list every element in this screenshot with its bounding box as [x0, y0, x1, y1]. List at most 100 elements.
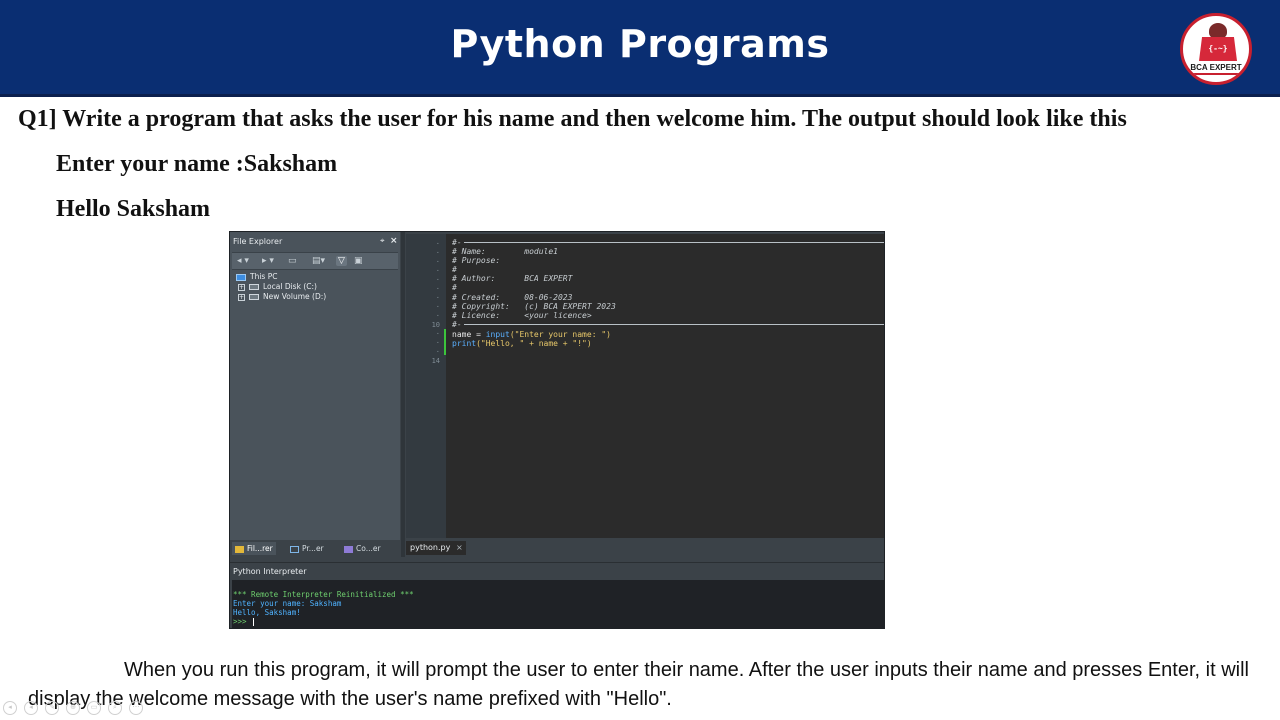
code-editor[interactable]: · · · · · · · · · 10 · · · 14 #- # Name:…: [406, 234, 884, 538]
line-number-gutter: · · · · · · · · · 10 · · · 14: [406, 234, 446, 538]
project-explorer-icon: [290, 545, 299, 553]
view-icon[interactable]: ▭: [87, 701, 101, 715]
expected-output-line-2: Hello Saksham: [56, 196, 211, 222]
code-comment-line: # Created: 08-06-2023: [452, 293, 573, 302]
tab-label: Pr...er: [302, 544, 324, 553]
tree-item-label: Local Disk (C:): [263, 282, 317, 291]
tab-project-explorer[interactable]: Pr...er: [290, 542, 324, 555]
bca-expert-logo: {-~} BCA EXPERT: [1180, 13, 1252, 85]
tree-item-label: New Volume (D:): [263, 292, 327, 301]
expected-output-line-1: Enter your name :Saksham: [56, 151, 338, 177]
folder-open-icon[interactable]: ▭: [288, 256, 297, 266]
fold-marker: ·: [435, 339, 440, 347]
code-token: ("Hello, " + name + "!"): [476, 339, 592, 348]
expand-icon[interactable]: +: [238, 293, 245, 301]
console-prompt[interactable]: >>>: [233, 617, 255, 626]
tab-label: Co...er: [356, 544, 381, 553]
previous-icon[interactable]: ◂: [3, 701, 17, 715]
code-comment-line: #-: [452, 320, 462, 329]
tab-file-explorer[interactable]: Fil...rer: [232, 542, 276, 555]
code-token: print: [452, 339, 477, 348]
close-icon[interactable]: ×: [390, 236, 398, 246]
search-icon[interactable]: ⌕: [108, 701, 122, 715]
fold-marker: ·: [435, 240, 440, 248]
forward-icon[interactable]: ▸ ▾: [262, 256, 274, 266]
code-comment-line: # Copyright: (c) BCA EXPERT 2023: [452, 302, 616, 311]
python-interpreter-console[interactable]: *** Remote Interpreter Reinitialized ***…: [232, 580, 884, 628]
comment-separator: [464, 324, 884, 325]
code-line-print: print("Hello, " + name + "!"): [452, 339, 592, 348]
fold-marker: ·: [435, 285, 440, 293]
zoom-icon[interactable]: ⊕: [66, 701, 80, 715]
code-token: input: [485, 330, 510, 339]
prompt-text: >>>: [233, 617, 252, 626]
code-line-input: name = input("Enter your name: "): [452, 330, 611, 339]
code-area[interactable]: #- # Name: module1 # Purpose: # # Author…: [446, 234, 884, 538]
slide-title: Python Programs: [450, 22, 830, 66]
drive-icon: [249, 284, 259, 290]
explanation-paragraph: When you run this program, it will promp…: [28, 659, 1249, 710]
tree-view-icon[interactable]: ▤▾: [312, 256, 325, 266]
tree-item-new-volume-d[interactable]: + New Volume (D:): [238, 292, 326, 302]
editor-tab-strip: python.py ×: [406, 539, 884, 557]
code-token: ("Enter your name: "): [509, 330, 611, 339]
code-token: name: [452, 330, 472, 339]
tab-python-py[interactable]: python.py ×: [406, 541, 466, 555]
line-number: 14: [431, 357, 440, 365]
expand-icon[interactable]: +: [238, 283, 245, 291]
tree-item-label: This PC: [250, 272, 278, 281]
slide-header: Python Programs {-~} BCA EXPERT: [0, 0, 1280, 97]
code-comment-line: # Author: BCA EXPERT: [452, 274, 573, 283]
line-number: 10: [431, 321, 440, 329]
back-icon[interactable]: ◂ ▾: [237, 256, 249, 266]
code-comment-line: #-: [452, 238, 462, 247]
file-explorer-title: File Explorer: [233, 237, 283, 246]
computer-icon: [236, 273, 246, 281]
tab-code-explorer[interactable]: Co...er: [344, 542, 381, 555]
code-comment-line: # Purpose:: [452, 256, 501, 265]
console-line: Enter your name: Saksham: [233, 599, 342, 608]
code-token: =: [471, 330, 486, 339]
tree-item-this-pc[interactable]: This PC: [236, 272, 277, 282]
fold-marker: ·: [435, 294, 440, 302]
fold-marker: ·: [435, 312, 440, 320]
console-line: Hello, Saksham!: [233, 608, 301, 617]
text-cursor: [253, 618, 255, 626]
tree-item-local-disk-c[interactable]: + Local Disk (C:): [238, 282, 317, 292]
more-icon[interactable]: ⋯: [129, 701, 143, 715]
question-text: Q1] Write a program that asks the user f…: [18, 106, 1127, 132]
ide-screenshot: File Explorer ⌖ × ◂ ▾ ▸ ▾ ▭ ▤▾ ▽ ▣ This …: [229, 231, 885, 629]
pin-icon[interactable]: ⌖: [380, 236, 385, 246]
logo-text: BCA EXPERT: [1190, 63, 1242, 72]
fold-marker: ·: [435, 303, 440, 311]
code-comment-line: #: [452, 265, 457, 274]
code-comment-line: #: [452, 283, 457, 292]
file-explorer-panel: File Explorer ⌖ × ◂ ▾ ▸ ▾ ▭ ▤▾ ▽ ▣ This …: [230, 232, 400, 557]
logo-code-glyph: {-~}: [1208, 44, 1228, 53]
file-explorer-icon: [235, 545, 244, 553]
tab-label: Fil...rer: [247, 544, 273, 553]
code-comment-line: # Licence: <your licence>: [452, 311, 592, 320]
tab-label: python.py: [410, 543, 451, 552]
logo-underline: [1193, 73, 1239, 75]
file-explorer-toolbar: ◂ ▾ ▸ ▾ ▭ ▤▾ ▽ ▣: [232, 252, 398, 270]
fold-marker: ·: [435, 330, 440, 338]
fold-marker: ·: [435, 249, 440, 257]
side-panel-tabs: Fil...rer Pr...er Co...er: [230, 540, 402, 557]
fold-marker: ·: [435, 267, 440, 275]
comment-separator: [464, 242, 884, 243]
back-icon[interactable]: ◂: [24, 701, 38, 715]
close-tab-icon[interactable]: ×: [456, 541, 463, 555]
panel-splitter[interactable]: [401, 232, 405, 557]
drive-icon: [249, 294, 259, 300]
pen-icon[interactable]: ✎: [45, 701, 59, 715]
console-line: *** Remote Interpreter Reinitialized ***: [233, 590, 414, 599]
code-explorer-icon: [344, 545, 353, 553]
settings-icon[interactable]: ▣: [354, 256, 363, 266]
fold-marker: ·: [435, 276, 440, 284]
fold-marker: ·: [435, 258, 440, 266]
fold-marker: ·: [435, 348, 440, 356]
interpreter-title: Python Interpreter: [230, 562, 884, 580]
logo-mascot-head: [1209, 23, 1227, 39]
filter-icon[interactable]: ▽: [336, 256, 347, 266]
